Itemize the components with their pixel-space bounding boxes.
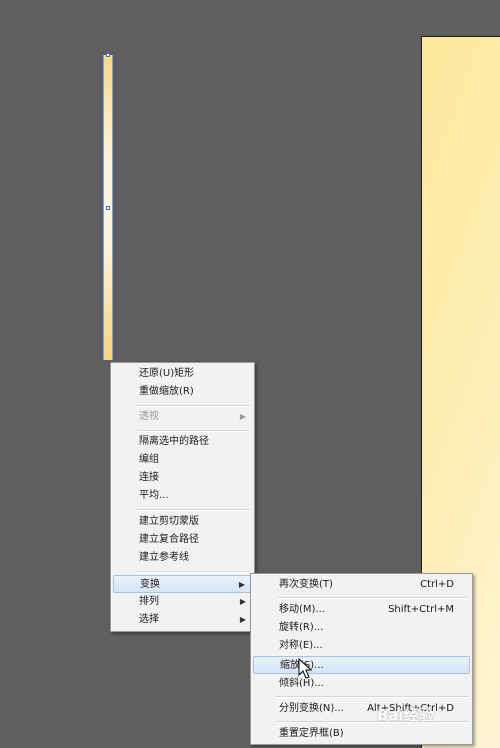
menu-item-make-compound-path[interactable]: 建立复合路径 [113,531,252,549]
submenu-item-move[interactable]: 移动(M)... Shift+Ctrl+M [253,601,470,619]
menu-item-select[interactable]: 选择 ▶ [113,611,252,629]
submenu-arrow-icon: ▶ [239,597,246,606]
menu-item-arrange[interactable]: 排列 ▶ [113,593,252,611]
menu-separator [137,405,250,407]
menu-item-undo-rectangle[interactable]: 还原(U)矩形 [113,365,252,383]
menu-separator [137,509,250,511]
mouse-pointer-icon [298,658,313,679]
menu-item-isolate-path[interactable]: 隔离选中的路径 [113,433,252,451]
shortcut-text: Shift+Ctrl+M [388,604,454,615]
menu-item-make-guides[interactable]: 建立参考线 [113,549,252,567]
menu-item-group[interactable]: 编组 [113,451,252,469]
anchor-point-center[interactable] [106,206,110,210]
submenu-item-shear[interactable]: 倾斜(H)... [253,675,470,693]
submenu-item-rotate[interactable]: 旋转(R)... [253,619,470,637]
submenu-arrow-icon: ▶ [238,580,245,589]
shortcut-text: Ctrl+D [420,579,454,590]
submenu-item-scale[interactable]: 缩放(S)... [253,656,470,674]
menu-separator [277,696,468,698]
menu-separator [137,571,250,573]
menu-item-redo-scale[interactable]: 重做缩放(R) [113,383,252,401]
menu-item-perspective[interactable]: 透视 ▶ [113,408,252,426]
submenu-arrow-icon: ▶ [239,412,246,421]
watermark: Bai经验 [377,706,434,724]
menu-separator [137,430,250,432]
menu-item-make-clipping-mask[interactable]: 建立剪切蒙版 [113,513,252,531]
menu-item-average[interactable]: 平均... [113,487,252,505]
submenu-arrow-icon: ▶ [239,615,246,624]
menu-item-transform[interactable]: 变换 ▶ [113,575,252,593]
anchor-point-top[interactable] [106,53,110,57]
context-menu: 还原(U)矩形 重做缩放(R) 透视 ▶ 隔离选中的路径 编组 连接 平均... … [110,362,255,632]
submenu-item-reflect[interactable]: 对称(E)... [253,637,470,655]
menu-separator [277,597,468,599]
submenu-item-transform-again[interactable]: 再次变换(T) Ctrl+D [253,576,470,594]
menu-item-join[interactable]: 连接 [113,469,252,487]
